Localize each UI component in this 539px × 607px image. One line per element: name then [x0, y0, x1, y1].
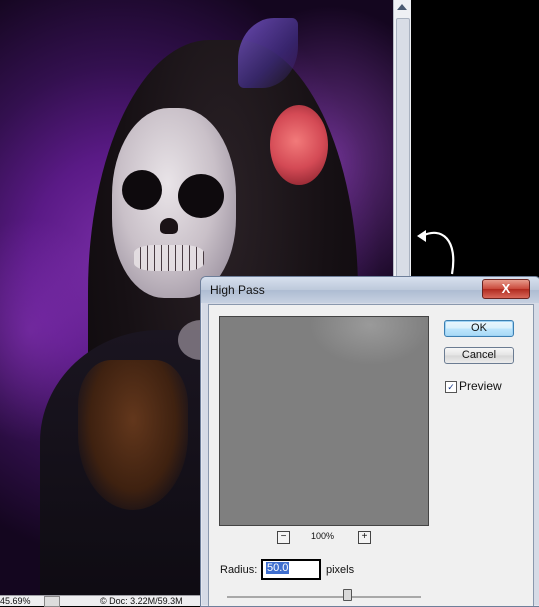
scroll-up-arrow-icon[interactable]	[397, 4, 407, 10]
radius-slider-thumb[interactable]	[343, 589, 352, 601]
radius-input[interactable]: 50.0	[261, 559, 321, 580]
preview-zoom-level: 100%	[311, 531, 335, 541]
zoom-in-button[interactable]: +	[358, 531, 371, 544]
left-eye	[122, 170, 162, 210]
high-pass-dialog: High Pass X − 100% + OK Cancel ✓ Preview…	[200, 276, 539, 607]
scroll-thumb[interactable]	[396, 18, 410, 278]
curved-arrow-icon	[417, 230, 455, 275]
flower	[270, 105, 328, 185]
mouth	[134, 245, 204, 271]
radius-label: Radius:	[220, 564, 258, 576]
cancel-button[interactable]: Cancel	[444, 347, 514, 364]
radius-value[interactable]: 50.0	[266, 562, 290, 574]
navigator-button[interactable]	[44, 596, 60, 607]
dialog-title: High Pass	[210, 283, 265, 297]
necklace	[78, 360, 188, 510]
preview-checkbox[interactable]: ✓	[445, 381, 457, 393]
dialog-body: − 100% + OK Cancel ✓ Preview Radius: 50.…	[208, 304, 534, 606]
filter-preview[interactable]	[219, 316, 429, 526]
ok-button[interactable]: OK	[444, 320, 514, 337]
nose	[160, 218, 178, 234]
right-eye	[178, 174, 224, 218]
dialog-titlebar[interactable]: High Pass X	[201, 277, 539, 303]
radius-slider-track[interactable]	[227, 596, 421, 598]
radius-unit: pixels	[326, 564, 355, 576]
zoom-out-button[interactable]: −	[277, 531, 290, 544]
preview-label[interactable]: Preview	[459, 379, 502, 393]
close-button[interactable]: X	[482, 279, 530, 299]
